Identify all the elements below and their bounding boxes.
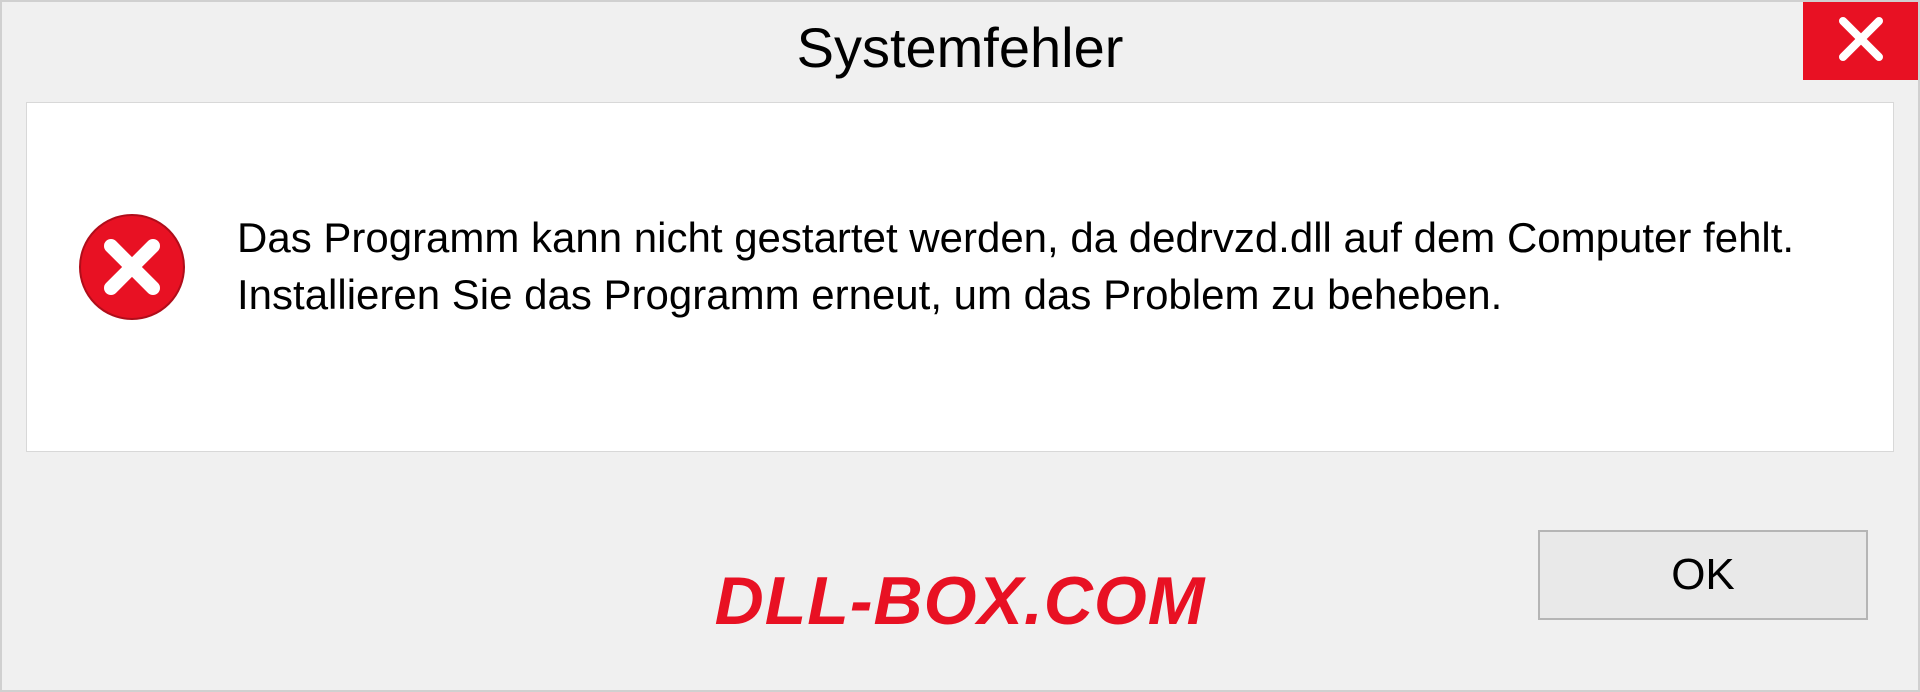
titlebar: Systemfehler: [2, 2, 1918, 92]
content-area: Das Programm kann nicht gestartet werden…: [26, 102, 1894, 452]
watermark-text: DLL-BOX.COM: [715, 562, 1206, 640]
dialog-title: Systemfehler: [797, 15, 1124, 80]
error-message: Das Programm kann nicht gestartet werden…: [237, 210, 1843, 323]
close-button[interactable]: [1803, 2, 1918, 80]
error-dialog: Systemfehler Das Programm kann nicht ges…: [0, 0, 1920, 692]
error-icon: [77, 212, 187, 322]
ok-button[interactable]: OK: [1538, 530, 1868, 620]
close-icon: [1835, 13, 1887, 70]
dialog-footer: DLL-BOX.COM OK: [2, 490, 1918, 690]
